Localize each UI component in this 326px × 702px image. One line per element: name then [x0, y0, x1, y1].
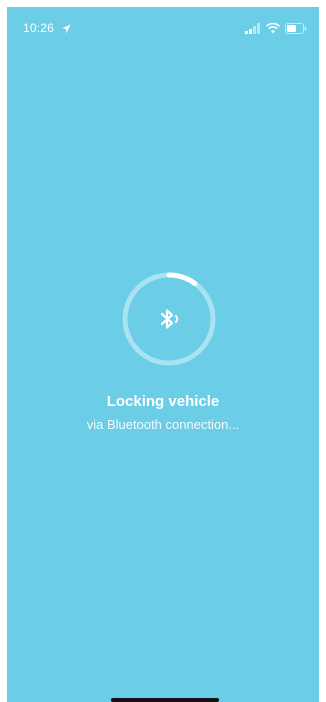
- home-indicator[interactable]: [111, 698, 219, 702]
- screen: 10:26 Locking vehicle via Bluetooth conn…: [7, 7, 319, 702]
- loading-spinner: [121, 271, 217, 367]
- status-bar: 10:26: [7, 7, 319, 47]
- location-arrow-icon: [61, 21, 71, 34]
- battery-icon: [285, 21, 307, 39]
- signal-icon: [245, 21, 261, 39]
- bluetooth-icon: [155, 304, 185, 334]
- status-icons: [245, 21, 307, 39]
- wifi-icon: [266, 21, 280, 39]
- status-time: 10:26: [23, 21, 55, 35]
- status-subtitle: via Bluetooth connection...: [86, 417, 240, 432]
- status-title: Locking vehicle: [106, 393, 220, 410]
